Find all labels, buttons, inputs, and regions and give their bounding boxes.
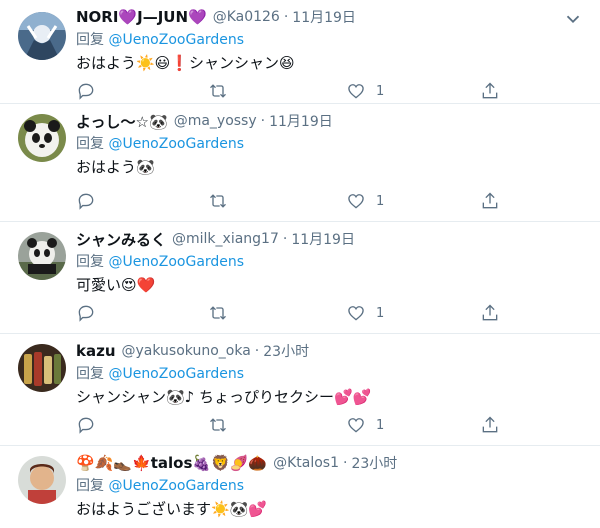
reply-button[interactable] [76, 414, 96, 436]
reply-prefix: 回复 [76, 136, 104, 152]
user-handle[interactable]: @Ktalos1 [273, 455, 339, 471]
action-bar: 1 [76, 190, 506, 212]
timestamp[interactable]: 11月19日 [292, 7, 356, 27]
share-icon [482, 82, 498, 99]
tweet-item[interactable]: kazu @yakusokuno_oka · 23小时 回复 @UenoZooG… [0, 334, 600, 446]
like-icon [348, 306, 364, 321]
like-count: 1 [376, 417, 385, 433]
separator-dot: · [254, 343, 260, 359]
reply-prefix: 回复 [76, 32, 104, 48]
display-name[interactable]: 🍄🍂👞🍁talos🍇🦁🍠🌰 [76, 454, 267, 472]
reply-mention-link[interactable]: @UenoZooGardens [108, 32, 244, 48]
reply-prefix: 回复 [76, 478, 104, 494]
retweet-button[interactable] [208, 414, 228, 436]
retweet-icon [210, 84, 226, 98]
reply-context: 回复 @UenoZooGardens [76, 30, 588, 50]
separator-dot: · [343, 455, 348, 471]
reply-mention-link[interactable]: @UenoZooGardens [108, 254, 244, 270]
reply-button[interactable] [76, 80, 96, 102]
retweet-button[interactable] [208, 80, 228, 102]
separator-dot: · [283, 9, 289, 25]
separator-dot: · [260, 113, 266, 129]
reply-icon [78, 193, 94, 210]
tweet-item[interactable]: よっし～☆🐼 @ma_yossy · 11月19日 回复 @UenoZooGar… [0, 104, 600, 222]
display-name[interactable]: kazu [76, 342, 116, 360]
like-count: 1 [376, 305, 385, 321]
reply-mention-link[interactable]: @UenoZooGardens [108, 366, 244, 382]
like-count: 1 [376, 193, 385, 209]
tweet-text: シャンシャン🐼♪ ちょっぴりセクシー💕💕 [76, 388, 372, 406]
more-options-icon[interactable] [562, 8, 584, 30]
like-icon [348, 84, 364, 99]
user-handle[interactable]: @milk_xiang17 [172, 231, 279, 247]
share-icon [482, 304, 498, 321]
reply-context: 回复 @UenoZooGardens [76, 134, 588, 154]
avatar[interactable] [18, 12, 66, 60]
like-button[interactable]: 1 [346, 414, 384, 436]
like-button[interactable]: 1 [346, 190, 384, 212]
avatar[interactable] [18, 232, 66, 280]
retweet-icon [210, 418, 226, 432]
tweet-text: おはよう🐼 [76, 158, 155, 176]
timestamp[interactable]: 11月19日 [291, 229, 355, 249]
tweet-item[interactable]: シャンみるく @milk_xiang17 · 11月19日 回复 @UenoZo… [0, 222, 600, 334]
timestamp[interactable]: 11月19日 [269, 111, 333, 131]
reply-button[interactable] [76, 302, 96, 324]
reply-button[interactable] [76, 190, 96, 212]
avatar[interactable] [18, 456, 66, 504]
share-button[interactable] [480, 80, 500, 102]
timestamp[interactable]: 23小时 [351, 453, 397, 473]
like-icon [348, 418, 364, 433]
display-name[interactable]: NORI💜J—JUN💜 [76, 8, 207, 26]
tweet-item[interactable]: 🍄🍂👞🍁talos🍇🦁🍠🌰 @Ktalos1 · 23小时 回复 @UenoZo… [0, 446, 600, 528]
reply-mention-link[interactable]: @UenoZooGardens [108, 136, 244, 152]
tweet-text: おはようございます☀️🐼💕 [76, 500, 268, 518]
action-bar: 1 [76, 414, 506, 436]
share-button[interactable] [480, 302, 500, 324]
user-handle[interactable]: @yakusokuno_oka [122, 343, 251, 359]
retweet-icon [210, 306, 226, 320]
like-count: 1 [376, 83, 385, 99]
tweet-text: おはよう☀️😃❗シャンシャン😆 [76, 54, 295, 72]
reply-icon [78, 83, 94, 100]
timestamp[interactable]: 23小时 [263, 341, 309, 361]
like-icon [348, 194, 364, 209]
retweet-button[interactable] [208, 190, 228, 212]
user-handle[interactable]: @Ka0126 [213, 9, 280, 25]
retweet-button[interactable] [208, 302, 228, 324]
reply-prefix: 回复 [76, 366, 104, 382]
reply-icon [78, 305, 94, 322]
like-button[interactable]: 1 [346, 80, 384, 102]
share-icon [482, 192, 498, 209]
reply-feed: NORI💜J—JUN💜 @Ka0126 · 11月19日 回复 @UenoZoo… [0, 0, 600, 528]
display-name[interactable]: シャンみるく [76, 229, 166, 250]
like-button[interactable]: 1 [346, 302, 384, 324]
reply-prefix: 回复 [76, 254, 104, 270]
share-button[interactable] [480, 190, 500, 212]
user-handle[interactable]: @ma_yossy [174, 113, 257, 129]
action-bar: 1 [76, 80, 506, 102]
avatar[interactable] [18, 344, 66, 392]
reply-icon [78, 417, 94, 434]
share-button[interactable] [480, 414, 500, 436]
reply-context: 回复 @UenoZooGardens [76, 252, 588, 272]
avatar[interactable] [18, 114, 66, 162]
retweet-icon [210, 194, 226, 208]
reply-mention-link[interactable]: @UenoZooGardens [108, 478, 244, 494]
reply-context: 回复 @UenoZooGardens [76, 476, 588, 496]
tweet-item[interactable]: NORI💜J—JUN💜 @Ka0126 · 11月19日 回复 @UenoZoo… [0, 0, 600, 104]
separator-dot: · [282, 231, 288, 247]
share-icon [482, 416, 498, 433]
reply-context: 回复 @UenoZooGardens [76, 364, 588, 384]
action-bar: 1 [76, 302, 506, 324]
tweet-text: 可愛い😍❤️ [76, 276, 156, 294]
display-name[interactable]: よっし～☆🐼 [76, 111, 168, 132]
